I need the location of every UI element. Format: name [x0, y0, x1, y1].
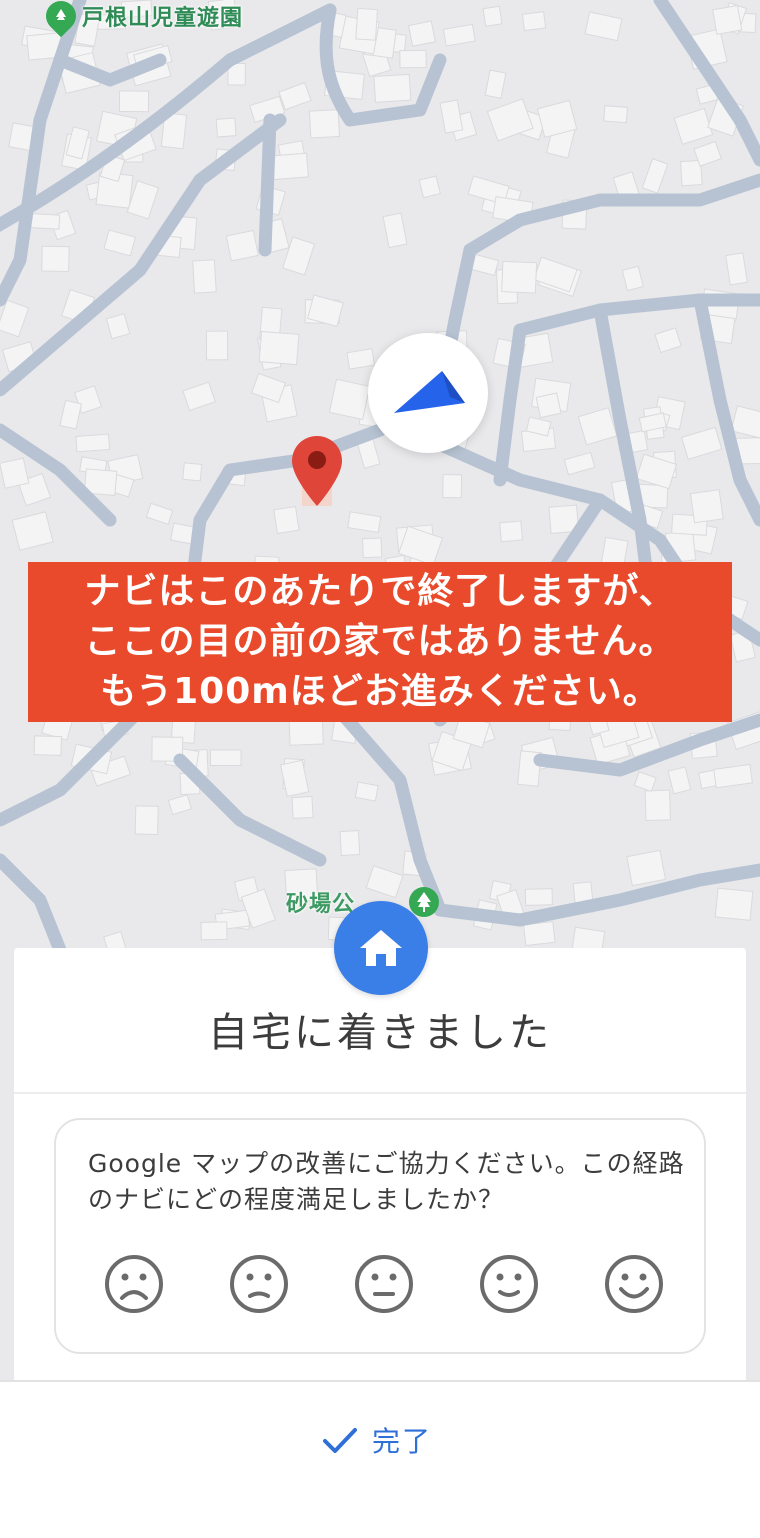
done-label: 完了 — [372, 1425, 433, 1458]
building — [418, 175, 441, 199]
annotation-banner: ナビはこのあたりで終了しますが、 ここの目の前の家ではありません。 もう100m… — [28, 562, 732, 722]
building — [225, 229, 259, 262]
building — [501, 260, 538, 294]
building — [499, 520, 524, 543]
home-badge — [334, 901, 428, 995]
building — [603, 105, 628, 124]
arrival-title: 自宅に着きました — [208, 1010, 552, 1056]
banner-line-2: ここの目の前の家ではありません。 — [84, 621, 676, 662]
red-map-pin-icon[interactable] — [290, 434, 344, 508]
building — [288, 719, 324, 746]
building — [134, 805, 159, 835]
divider — [14, 1092, 746, 1094]
satisfied-face-icon[interactable] — [479, 1254, 539, 1314]
tree-icon — [39, 0, 83, 38]
building — [33, 735, 62, 756]
neutral-face-icon[interactable] — [354, 1254, 414, 1314]
rating-faces — [104, 1254, 664, 1314]
banner-line-1: ナビはこのあたりで終了しますが、 — [84, 571, 676, 612]
building — [689, 489, 724, 524]
building — [205, 330, 229, 361]
building — [712, 4, 743, 35]
building — [362, 537, 383, 559]
building — [714, 887, 754, 921]
very-satisfied-face-icon[interactable] — [604, 1254, 664, 1314]
building — [41, 245, 70, 272]
building — [407, 20, 436, 47]
building — [215, 117, 237, 138]
building — [192, 259, 217, 294]
building — [339, 830, 361, 857]
building — [373, 73, 412, 103]
building — [75, 433, 111, 453]
poi-top[interactable]: 戸根山児童遊園 — [39, 0, 244, 38]
building — [118, 90, 150, 113]
building — [521, 11, 547, 32]
building — [200, 921, 228, 941]
navigation-arrow-icon — [394, 371, 465, 413]
building — [354, 781, 379, 802]
very-dissatisfied-face-icon[interactable] — [104, 1254, 164, 1314]
building — [644, 789, 671, 822]
feedback-question: Google マップの改善にご協力ください。この経路のナビにどの程度満足しました… — [88, 1149, 685, 1214]
poi-top-label: 戸根山児童遊園 — [82, 6, 244, 31]
building — [482, 5, 503, 27]
building — [399, 49, 427, 69]
building — [524, 888, 553, 906]
building — [209, 749, 242, 767]
building — [355, 7, 379, 41]
banner-line-3: もう100mほどお進みください。 — [100, 671, 660, 712]
building — [442, 474, 463, 499]
building — [273, 506, 300, 534]
building — [258, 330, 300, 366]
building — [522, 921, 556, 947]
building — [535, 392, 562, 419]
building — [182, 462, 203, 482]
building — [291, 795, 314, 819]
building — [308, 109, 340, 139]
building — [626, 849, 667, 887]
home-icon — [360, 930, 402, 966]
dissatisfied-face-icon[interactable] — [229, 1254, 289, 1314]
building — [0, 457, 30, 489]
building — [328, 378, 371, 421]
tree-icon — [409, 887, 440, 917]
poi-bottom-label: 砂場公 — [286, 892, 356, 917]
done-button[interactable]: 完了 — [322, 1420, 432, 1460]
current-location-puck — [368, 333, 488, 453]
feedback-card: Google マップの改善にご協力ください。この経路のナビにどの程度満足しました… — [54, 1118, 706, 1354]
checkmark-icon — [323, 1428, 357, 1453]
